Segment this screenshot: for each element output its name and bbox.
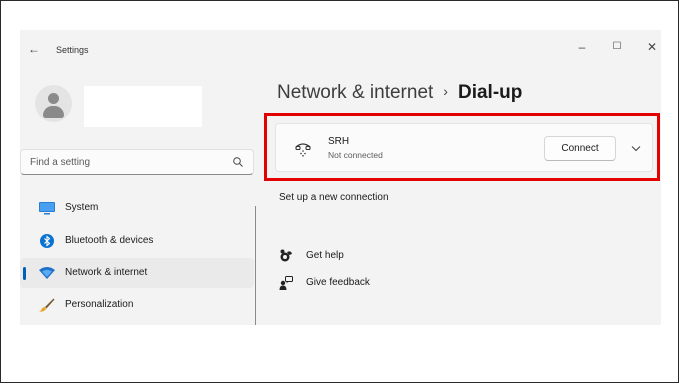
page-title: Dial-up	[457, 82, 523, 103]
title-bar: ← Settings – ☐ ✕	[20, 30, 661, 66]
app-title: Settings	[56, 45, 89, 55]
wifi-icon	[39, 267, 55, 279]
search-icon[interactable]	[232, 156, 244, 168]
feedback-icon	[279, 276, 293, 290]
feedback-label: Give feedback	[306, 277, 370, 288]
close-button[interactable]: ✕	[640, 36, 661, 58]
pane-divider	[255, 206, 256, 325]
sidebar-item-label: System	[65, 202, 99, 213]
minimize-button[interactable]: –	[570, 36, 594, 58]
setup-new-connection-link[interactable]: Set up a new connection	[279, 192, 389, 203]
sidebar-item-personalization[interactable]: Personalization	[20, 290, 254, 320]
search-input[interactable]	[30, 155, 220, 170]
breadcrumb-parent[interactable]: Network & internet	[277, 82, 433, 103]
bluetooth-icon	[40, 234, 54, 248]
selection-indicator	[23, 267, 26, 280]
sidebar-item-network[interactable]: Network & internet	[20, 258, 254, 288]
sidebar-item-system[interactable]: System	[20, 193, 254, 223]
back-arrow-icon[interactable]: ←	[28, 42, 40, 56]
breadcrumb-separator: ›	[443, 83, 448, 99]
avatar-body	[43, 106, 64, 118]
screenshot-frame: ← Settings – ☐ ✕ System	[0, 0, 679, 383]
avatar-head	[48, 93, 59, 104]
red-highlight-box	[264, 113, 660, 181]
search-box[interactable]	[20, 149, 254, 175]
help-icon	[280, 249, 292, 262]
sidebar-item-label: Bluetooth & devices	[65, 235, 154, 246]
system-icon	[39, 202, 55, 215]
brush-icon	[39, 298, 55, 312]
breadcrumb: Network & internet › Dial-up	[277, 82, 522, 104]
sidebar-item-label: Network & internet	[65, 267, 148, 278]
help-label: Get help	[306, 250, 344, 261]
settings-window: ← Settings – ☐ ✕ System	[20, 30, 661, 325]
sidebar-item-label: Personalization	[65, 299, 134, 310]
sidebar-item-bluetooth[interactable]: Bluetooth & devices	[20, 226, 254, 256]
maximize-button[interactable]: ☐	[605, 36, 629, 58]
user-name-redacted	[84, 86, 202, 127]
user-avatar[interactable]	[35, 85, 72, 122]
